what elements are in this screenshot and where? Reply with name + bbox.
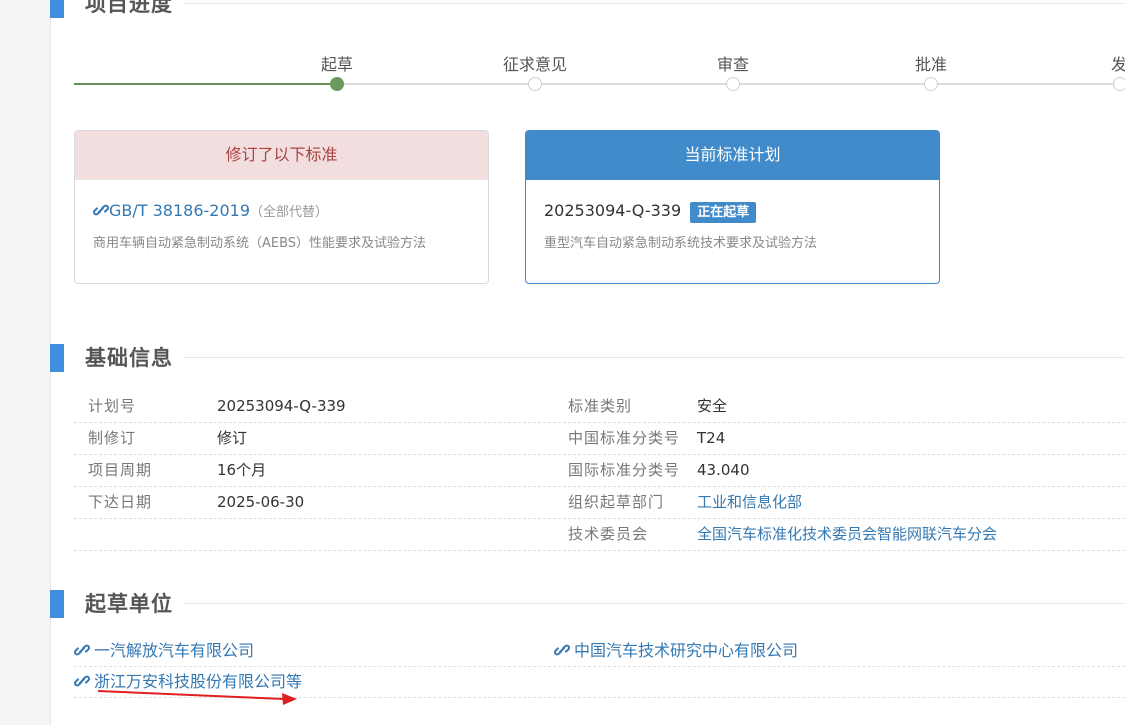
info-row: 技术委员会 全国汽车标准化技术委员会智能网联汽车分会 <box>74 519 1125 551</box>
step-label: 审查 <box>716 55 750 74</box>
info-row: 下达日期 2025-06-30 组织起草部门 工业和信息化部 <box>74 487 1125 519</box>
step-dot-done <box>330 77 344 91</box>
info-value: 43.040 <box>697 461 750 479</box>
drafting-department-link[interactable]: 工业和信息化部 <box>697 487 802 518</box>
section-accent-bar <box>50 344 64 372</box>
revised-standard-link[interactable]: GB/T 38186-2019（全部代替） <box>93 200 470 222</box>
section-divider <box>180 357 1125 358</box>
revised-standard-desc: 商用车辆自动紧急制动系统（AEBS）性能要求及试验方法 <box>93 236 427 251</box>
section-divider <box>180 603 1125 604</box>
info-value: 20253094-Q-339 <box>217 397 346 415</box>
section-header-basic: 基础信息 <box>50 342 1125 374</box>
info-value: 16个月 <box>217 461 267 479</box>
current-plan-card: 当前标准计划 20253094-Q-339 正在起草 重型汽车自动紧急制动系统技… <box>525 130 940 284</box>
info-row: 计划号 20253094-Q-339 标准类别 安全 <box>74 391 1125 423</box>
step-dot <box>1113 77 1125 91</box>
drafting-unit-link[interactable]: 一汽解放汽车有限公司 <box>74 636 254 666</box>
link-icon <box>554 638 570 656</box>
step-label: 起草 <box>320 55 354 74</box>
link-icon <box>74 638 90 656</box>
current-card-title: 当前标准计划 <box>526 131 939 180</box>
step-dot <box>924 77 938 91</box>
info-label: 国际标准分类号 <box>568 461 681 479</box>
drafting-unit-link[interactable]: 浙江万安科技股份有限公司等 <box>74 667 302 697</box>
unit-row: 浙江万安科技股份有限公司等 <box>74 667 1125 698</box>
section-title-progress: 项目进度 <box>85 0 183 18</box>
step-label: 发 <box>1111 55 1125 74</box>
step-dot <box>528 77 542 91</box>
info-label: 中国标准分类号 <box>568 429 681 447</box>
drafting-unit-name[interactable]: 浙江万安科技股份有限公司等 <box>94 672 302 691</box>
drafting-unit-name[interactable]: 中国汽车技术研究中心有限公司 <box>574 641 798 660</box>
info-label: 项目周期 <box>88 461 153 479</box>
drafting-units-list: 一汽解放汽车有限公司 中国汽车技术研究中心有限公司 浙江万安科技股份有限公司等 <box>74 636 1125 698</box>
section-accent-bar <box>50 0 64 18</box>
progress-stepper: 起草 征求意见 审查 批准 发 <box>74 48 1125 98</box>
drafting-unit-link[interactable]: 中国汽车技术研究中心有限公司 <box>554 636 798 666</box>
current-plan-line: 20253094-Q-339 正在起草 <box>544 200 921 223</box>
section-header-units: 起草单位 <box>50 588 1125 620</box>
section-divider <box>180 3 1125 4</box>
left-gutter <box>0 0 51 725</box>
info-value: 2025-06-30 <box>217 493 305 511</box>
info-label: 组织起草部门 <box>568 493 665 511</box>
revised-standard-card: 修订了以下标准 GB/T 38186-2019（全部代替） 商用车辆自动紧急制动… <box>74 130 489 284</box>
drafting-unit-name[interactable]: 一汽解放汽车有限公司 <box>94 641 254 660</box>
section-title-units: 起草单位 <box>85 588 183 618</box>
section-header-progress: 项目进度 <box>50 0 1125 20</box>
link-icon <box>93 202 109 218</box>
step-label: 批准 <box>914 55 948 74</box>
unit-row: 一汽解放汽车有限公司 中国汽车技术研究中心有限公司 <box>74 636 1125 667</box>
status-badge: 正在起草 <box>690 202 757 223</box>
info-value: 安全 <box>697 397 728 415</box>
section-accent-bar <box>50 590 64 618</box>
basic-info-table: 计划号 20253094-Q-339 标准类别 安全 制修订 修订 中国标准分类… <box>74 391 1125 551</box>
info-label: 标准类别 <box>568 397 633 415</box>
info-label: 技术委员会 <box>568 525 649 543</box>
info-label: 计划号 <box>88 397 137 415</box>
revised-card-title: 修订了以下标准 <box>75 131 488 180</box>
section-title-basic: 基础信息 <box>85 342 183 372</box>
link-icon <box>74 669 90 687</box>
technical-committee-link[interactable]: 全国汽车标准化技术委员会智能网联汽车分会 <box>697 519 997 550</box>
info-row: 项目周期 16个月 国际标准分类号 43.040 <box>74 455 1125 487</box>
revised-standard-note: （全部代替） <box>250 205 329 220</box>
info-label: 下达日期 <box>88 493 153 511</box>
info-label: 制修订 <box>88 429 137 447</box>
step-label: 征求意见 <box>502 55 568 74</box>
step-dot <box>726 77 740 91</box>
progress-track-filled <box>74 83 337 85</box>
current-plan-desc: 重型汽车自动紧急制动系统技术要求及试验方法 <box>544 236 818 251</box>
info-row: 制修订 修订 中国标准分类号 T24 <box>74 423 1125 455</box>
info-value: 修订 <box>217 429 248 447</box>
info-value: T24 <box>697 429 726 447</box>
revised-standard-code[interactable]: GB/T 38186-2019 <box>109 201 250 220</box>
current-plan-code: 20253094-Q-339 <box>544 201 682 220</box>
